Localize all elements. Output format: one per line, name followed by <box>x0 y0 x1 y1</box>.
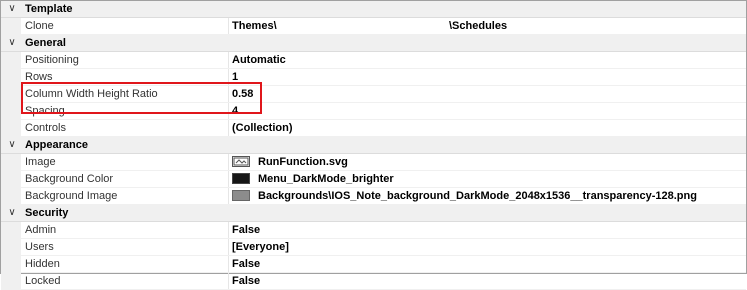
row-gutter <box>1 222 21 238</box>
property-name: Admin <box>25 224 57 236</box>
image-file-icon <box>232 156 250 167</box>
category-label: Security <box>25 207 69 219</box>
column-divider[interactable] <box>228 239 229 255</box>
row-gutter <box>1 239 21 255</box>
property-value[interactable]: Automatic <box>232 52 286 68</box>
property-row-rows[interactable]: Rows 1 <box>1 69 746 86</box>
property-row-image[interactable]: Image RunFunction.svg <box>1 154 746 171</box>
property-row-users[interactable]: Users [Everyone] <box>1 239 746 256</box>
property-name: Clone <box>25 20 54 32</box>
category-label: Appearance <box>25 139 88 151</box>
property-name: Rows <box>25 71 53 83</box>
row-gutter <box>1 69 21 85</box>
row-gutter <box>1 154 21 170</box>
property-value-suffix: \Schedules <box>449 20 508 32</box>
property-name: Column Width Height Ratio <box>25 88 158 100</box>
column-divider[interactable] <box>228 69 229 85</box>
property-value[interactable]: False <box>232 222 260 238</box>
property-row-admin[interactable]: Admin False <box>1 222 746 239</box>
column-divider[interactable] <box>228 188 229 204</box>
property-row-controls[interactable]: Controls (Collection) <box>1 120 746 137</box>
category-template[interactable]: ∨ Template <box>1 1 746 18</box>
row-gutter <box>1 52 21 68</box>
property-row-clone[interactable]: Clone Themes\ \Schedules <box>1 18 746 35</box>
column-divider[interactable] <box>228 103 229 119</box>
property-name: Users <box>25 241 54 253</box>
category-appearance[interactable]: ∨ Appearance <box>1 137 746 154</box>
column-divider[interactable] <box>228 222 229 238</box>
property-name: Spacing <box>25 105 65 117</box>
column-divider[interactable] <box>228 256 229 272</box>
property-name: Locked <box>25 275 61 287</box>
color-swatch <box>232 173 250 184</box>
column-divider[interactable] <box>228 171 229 187</box>
column-divider[interactable] <box>228 86 229 102</box>
property-row-locked[interactable]: Locked False <box>1 273 746 290</box>
property-row-positioning[interactable]: Positioning Automatic <box>1 52 746 69</box>
property-row-background-image[interactable]: Background Image Backgrounds\IOS_Note_ba… <box>1 188 746 205</box>
property-value[interactable]: False <box>232 273 260 289</box>
property-value[interactable]: 0.58 <box>232 86 253 102</box>
row-gutter <box>1 273 21 289</box>
category-label: General <box>25 37 66 49</box>
category-label: Template <box>25 3 73 15</box>
property-value[interactable]: [Everyone] <box>232 239 289 255</box>
row-gutter <box>1 103 21 119</box>
property-value[interactable]: 1 <box>232 69 238 85</box>
property-row-spacing[interactable]: Spacing 4 <box>1 103 746 120</box>
column-divider[interactable] <box>228 120 229 136</box>
category-general[interactable]: ∨ General <box>1 35 746 52</box>
category-security[interactable]: ∨ Security <box>1 205 746 222</box>
collapse-icon[interactable]: ∨ <box>5 137 19 153</box>
row-gutter <box>1 256 21 272</box>
property-value[interactable]: False <box>232 256 260 272</box>
row-gutter <box>1 188 21 204</box>
collapse-icon[interactable]: ∨ <box>5 35 19 51</box>
property-grid: ∨ Template Clone Themes\ \Schedules ∨ Ge… <box>0 0 747 290</box>
property-name: Controls <box>25 122 66 134</box>
property-row-background-color[interactable]: Background Color Menu_DarkMode_brighter <box>1 171 746 188</box>
property-name: Positioning <box>25 54 79 66</box>
property-value[interactable]: 4 <box>232 103 238 119</box>
column-divider[interactable] <box>228 18 229 34</box>
property-value[interactable]: Menu_DarkMode_brighter <box>258 171 394 187</box>
property-value[interactable]: (Collection) <box>232 120 293 136</box>
property-name: Hidden <box>25 258 60 270</box>
column-divider[interactable] <box>228 154 229 170</box>
property-value[interactable]: RunFunction.svg <box>258 154 348 170</box>
property-name: Background Image <box>25 190 118 202</box>
property-row-hidden[interactable]: Hidden False <box>1 256 746 273</box>
property-row-column-ratio[interactable]: Column Width Height Ratio 0.58 <box>1 86 746 103</box>
collapse-icon[interactable]: ∨ <box>5 205 19 221</box>
row-gutter <box>1 120 21 136</box>
row-gutter <box>1 171 21 187</box>
property-name: Image <box>25 156 56 168</box>
image-preview-swatch <box>232 190 250 201</box>
collapse-icon[interactable]: ∨ <box>5 1 19 17</box>
column-divider[interactable] <box>228 52 229 68</box>
column-divider[interactable] <box>228 273 229 289</box>
row-gutter <box>1 18 21 34</box>
property-value[interactable]: Backgrounds\IOS_Note_background_DarkMode… <box>258 188 697 204</box>
row-gutter <box>1 86 21 102</box>
property-value[interactable]: Themes\ <box>232 18 277 34</box>
property-name: Background Color <box>25 173 114 185</box>
